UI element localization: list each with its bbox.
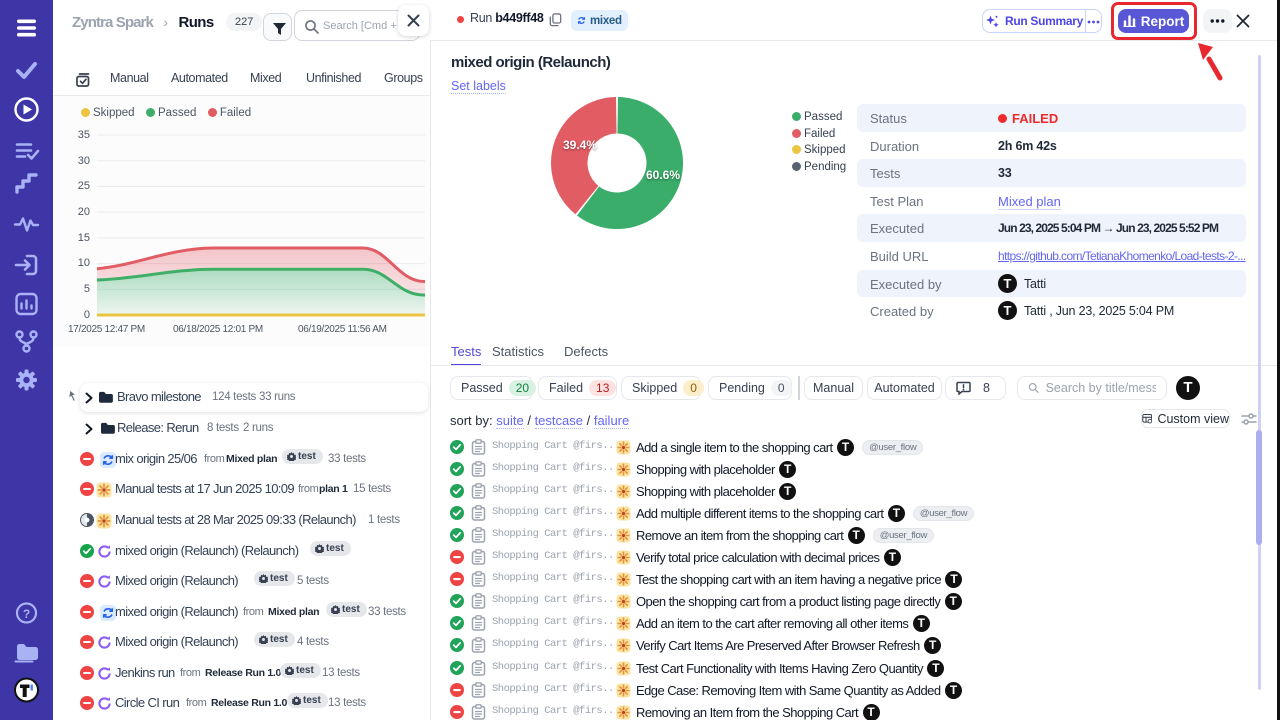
- svg-text:39.4%: 39.4%: [563, 138, 597, 152]
- svg-text:60.6%: 60.6%: [646, 168, 680, 182]
